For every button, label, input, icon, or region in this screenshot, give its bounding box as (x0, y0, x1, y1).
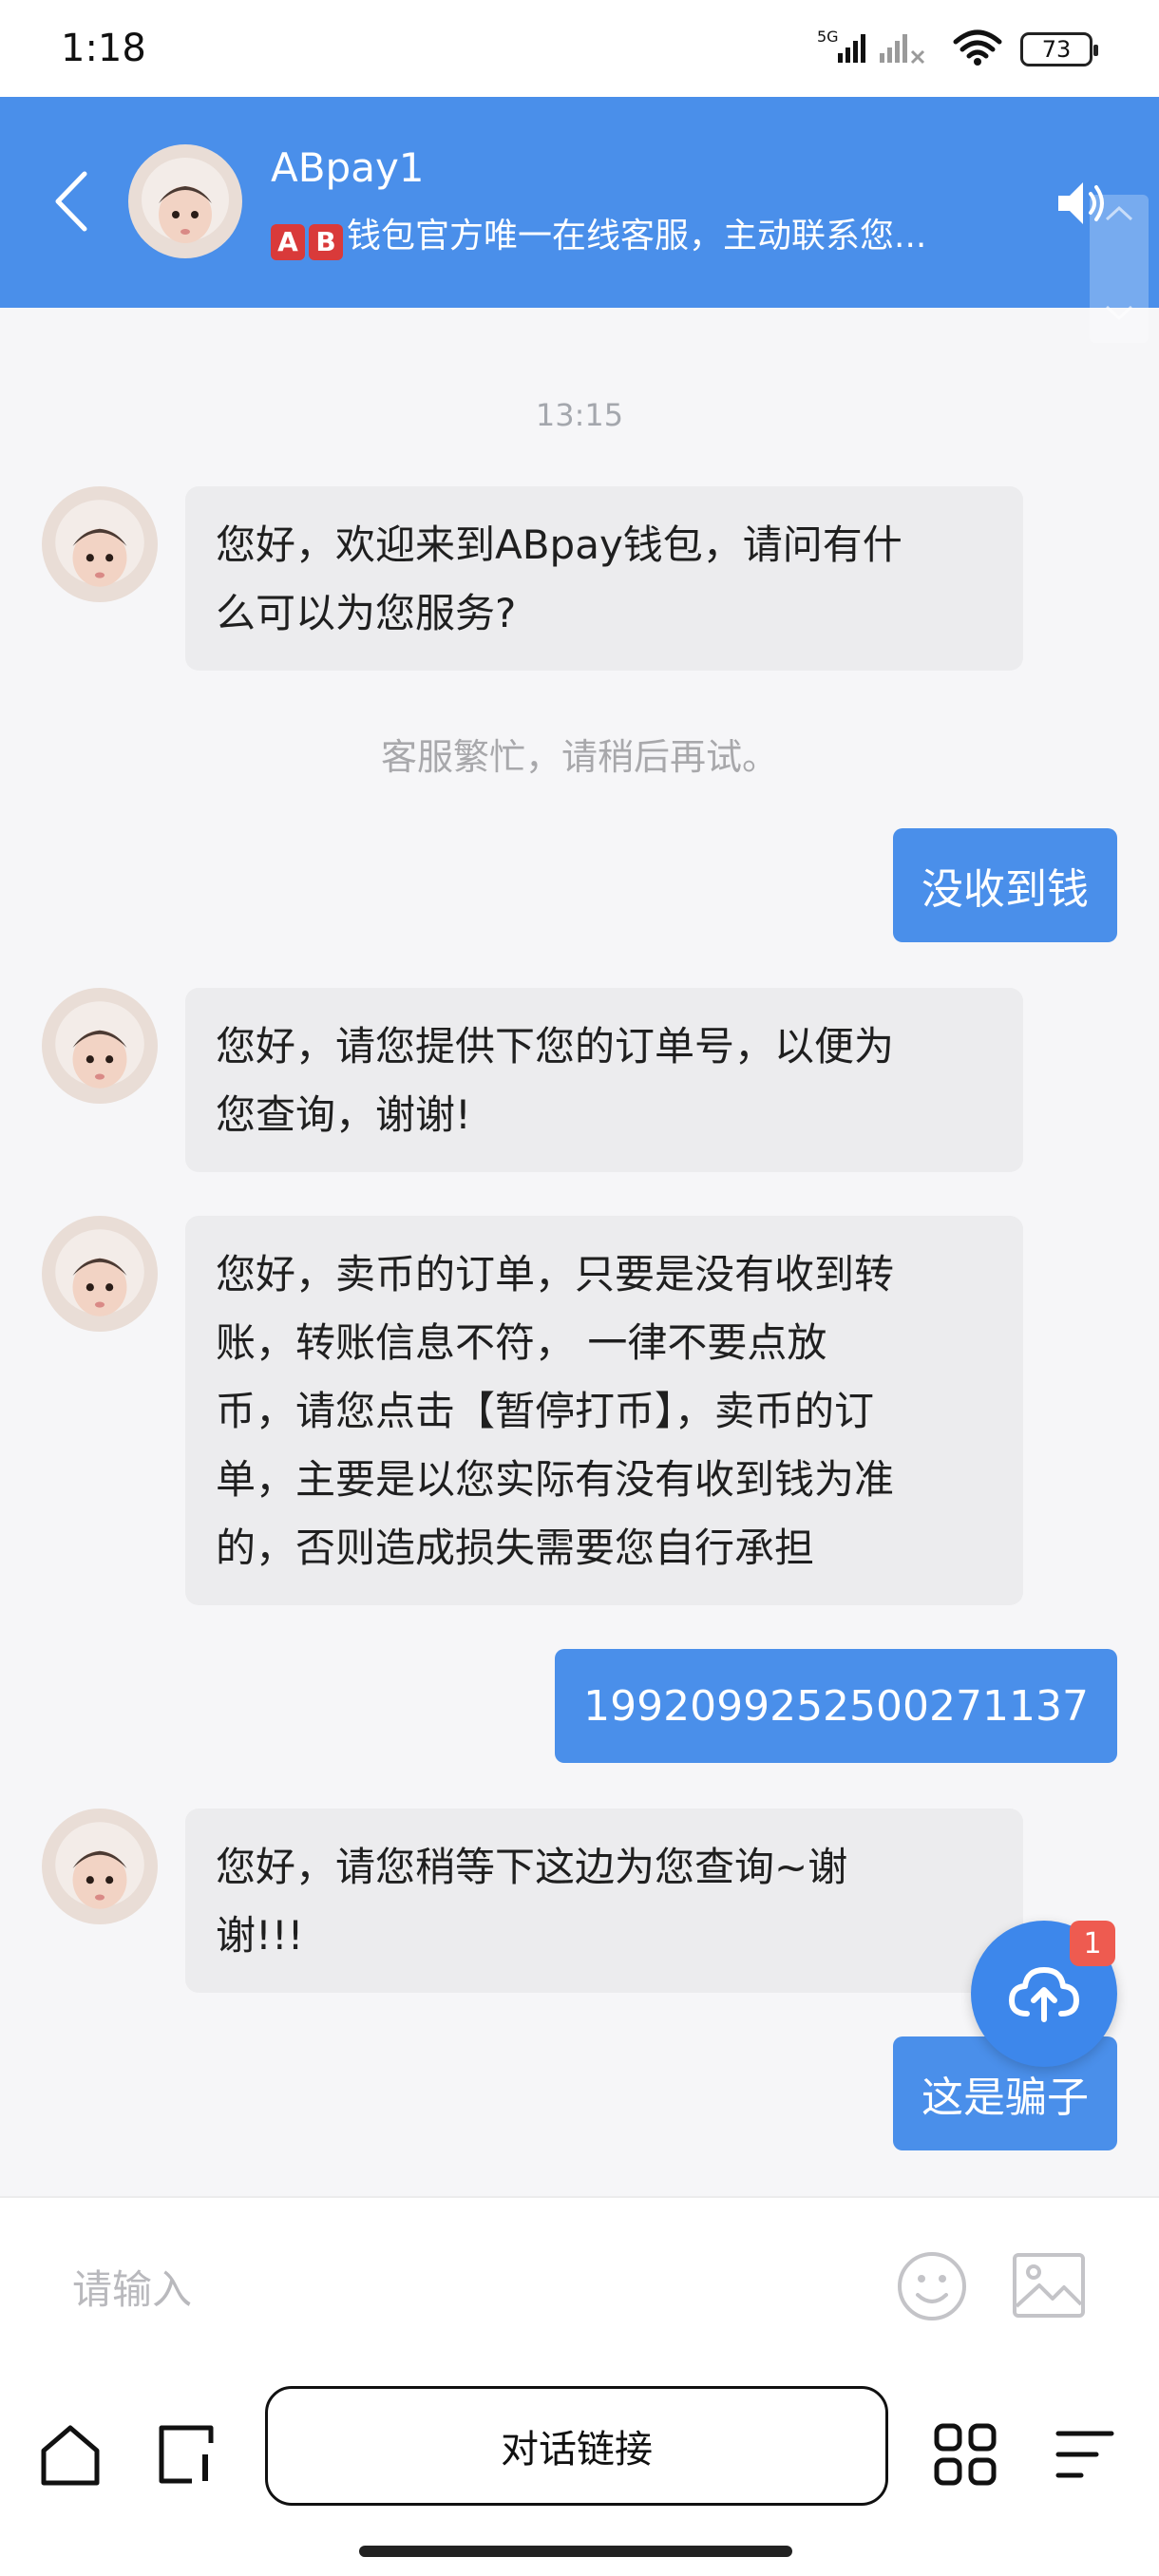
a-badge: A (271, 223, 305, 260)
message-line: 账，转账信息不符， 一律不要点放 (216, 1319, 827, 1366)
message-line: 么可以为您服务? (216, 590, 517, 636)
wifi-icon (952, 28, 1003, 70)
home-icon[interactable] (32, 2416, 108, 2492)
incoming-message: 您好，欢迎来到ABpay钱包，请问有什 么可以为您服务? (185, 486, 1023, 671)
status-bar: 1:18 5G 73 (0, 0, 1159, 97)
input-bar (0, 2196, 1159, 2363)
message-line: 您好，卖币的订单，只要是没有收到转 (216, 1251, 895, 1297)
bottom-nav: 对话链接 (0, 2363, 1159, 2576)
chat-subtitle: A B 钱包官方唯一在线客服，主动联系您... (271, 208, 1012, 260)
message-line: 的，否则造成损失需要您自行承担 (216, 1525, 815, 1571)
emoji-icon[interactable] (895, 2249, 969, 2323)
message-line: 您好，请您提供下您的订单号，以便为 (216, 1023, 895, 1070)
scroll-widget[interactable] (1090, 195, 1149, 343)
image-icon[interactable] (1011, 2251, 1087, 2320)
message-line: 谢!!! (216, 1912, 304, 1959)
subtitle-text: 钱包官方唯一在线客服，主动联系您... (347, 217, 927, 256)
message-line: 您好，欢迎来到ABpay钱包，请问有什 (216, 521, 902, 568)
message-line: 币，请您点击【暂停打币】，卖币的订 (216, 1388, 875, 1434)
scroll-up-icon (1105, 205, 1133, 221)
agent-avatar[interactable] (42, 1809, 158, 1924)
home-indicator[interactable] (359, 2546, 792, 2557)
chat-timestamp: 13:15 (535, 397, 624, 433)
incoming-message: 您好，请您提供下您的订单号，以便为 您查询，谢谢! (185, 988, 1023, 1172)
agent-avatar[interactable] (128, 144, 242, 258)
back-icon (55, 171, 87, 232)
signal-icon: 5G (817, 28, 935, 70)
tab-icon[interactable] (150, 2416, 226, 2492)
chat-header: ABpay1 A B 钱包官方唯一在线客服，主动联系您... (0, 97, 1159, 343)
status-icons: 5G 73 (817, 28, 1098, 70)
scroll-down-icon (1105, 305, 1133, 321)
chat-title: ABpay1 (271, 144, 425, 191)
upload-count-badge: 1 (1070, 1921, 1115, 1966)
battery-level: 73 (1041, 36, 1072, 63)
apps-grid-icon[interactable] (927, 2416, 1003, 2492)
incoming-message: 您好，请您稍等下这边为您查询~谢 谢!!! (185, 1809, 1023, 1993)
message-input[interactable] (72, 2251, 851, 2327)
agent-avatar[interactable] (42, 1216, 158, 1332)
chat-link-button[interactable]: 对话链接 (265, 2386, 888, 2506)
agent-avatar[interactable] (42, 486, 158, 602)
message-line: 您查询，谢谢! (216, 1091, 471, 1138)
back-button[interactable] (38, 163, 104, 239)
menu-icon[interactable] (1047, 2416, 1123, 2492)
message-line: 单，主要是以您实际有没有收到钱为准 (216, 1456, 895, 1503)
agent-avatar[interactable] (42, 988, 158, 1104)
battery-icon: 73 (1020, 32, 1098, 66)
network-type: 5G (817, 28, 839, 46)
outgoing-message: 没收到钱 (893, 828, 1117, 942)
message-line: 您好，请您稍等下这边为您查询~谢 (216, 1844, 848, 1890)
system-notice: 客服繁忙，请稍后再试。 (380, 736, 778, 778)
status-time: 1:18 (61, 27, 146, 70)
b-badge: B (309, 223, 343, 260)
upload-cloud-icon (1009, 1967, 1079, 2022)
outgoing-message: 1992099252500271137 (555, 1649, 1117, 1763)
incoming-message: 您好，卖币的订单，只要是没有收到转 账，转账信息不符， 一律不要点放 币，请您点… (185, 1216, 1023, 1605)
